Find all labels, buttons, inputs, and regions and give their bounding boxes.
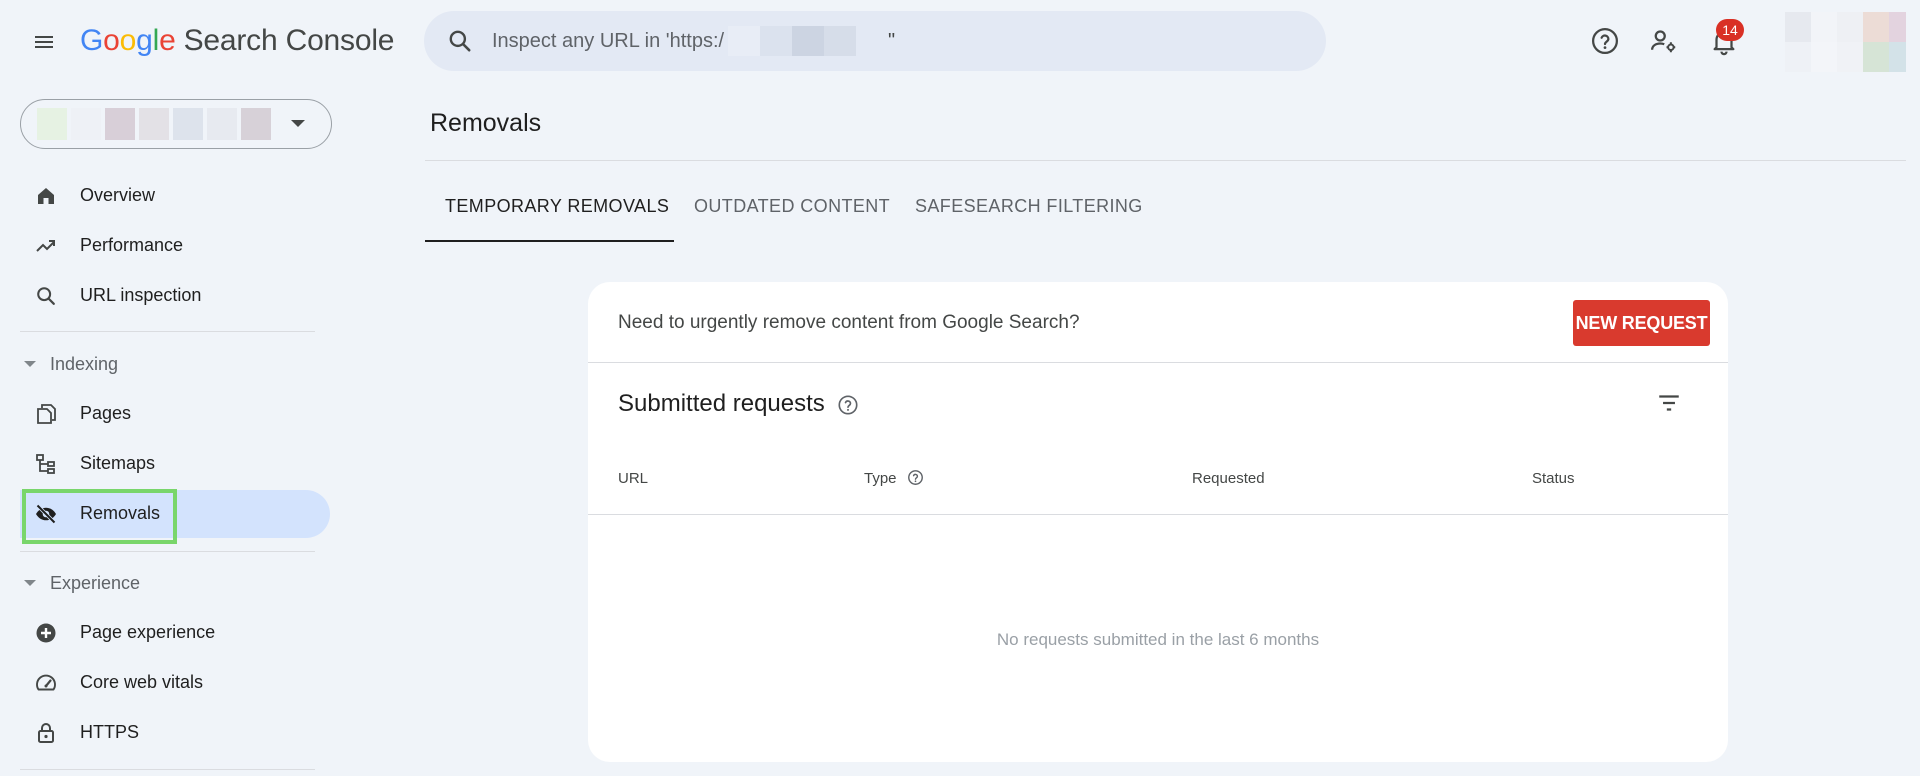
home-icon xyxy=(34,184,58,208)
tab-outdated-content[interactable]: OUTDATED CONTENT xyxy=(694,196,890,217)
pages-icon xyxy=(34,402,58,426)
removals-card: Need to urgently remove content from Goo… xyxy=(588,282,1728,762)
card-divider xyxy=(588,362,1728,363)
sitemap-icon xyxy=(34,452,58,476)
header-divider xyxy=(425,160,1920,161)
sidebar-item-url-inspection[interactable]: URL inspection xyxy=(20,272,330,320)
sidebar-divider xyxy=(20,551,315,552)
section-experience-toggle[interactable]: Experience xyxy=(24,569,140,597)
visibility-off-icon xyxy=(34,502,58,526)
collapse-arrow-icon xyxy=(24,361,36,367)
main-menu-button[interactable] xyxy=(26,24,62,60)
search-icon xyxy=(34,284,58,308)
product-name: Search Console xyxy=(183,24,395,57)
sidebar-item-label: URL inspection xyxy=(80,285,202,305)
section-indexing-toggle[interactable]: Indexing xyxy=(24,350,118,378)
window-edge xyxy=(1906,0,1920,776)
submitted-requests-heading: Submitted requests xyxy=(618,390,859,418)
table-header-divider xyxy=(588,514,1728,515)
tab-safesearch-filtering[interactable]: SAFESEARCH FILTERING xyxy=(915,196,1143,217)
redacted-url-block xyxy=(792,26,824,56)
help-icon xyxy=(1592,28,1618,54)
user-settings-button[interactable] xyxy=(1644,21,1684,61)
section-label: Experience xyxy=(50,572,141,593)
column-header-requested[interactable]: Requested xyxy=(1192,470,1265,487)
filter-button[interactable] xyxy=(1652,386,1686,420)
sidebar-item-https[interactable]: HTTPS xyxy=(20,709,330,757)
hamburger-menu-icon xyxy=(35,36,53,48)
sidebar-item-pages[interactable]: Pages xyxy=(20,390,330,438)
notification-count-badge: 14 xyxy=(1716,19,1744,41)
help-icon[interactable] xyxy=(837,394,859,416)
help-button[interactable] xyxy=(1585,21,1625,61)
search-icon[interactable] xyxy=(446,27,474,55)
url-inspect-input[interactable] xyxy=(492,29,728,53)
sidebar-item-label: Page experience xyxy=(80,622,216,642)
sidebar-item-label: Performance xyxy=(80,235,184,255)
top-bar: GoogleSearch Console " 14 xyxy=(0,0,1920,82)
redacted-property-name xyxy=(37,108,271,140)
new-request-button[interactable]: NEW REQUEST xyxy=(1573,300,1710,346)
collapse-arrow-icon xyxy=(24,580,36,586)
empty-state-message: No requests submitted in the last 6 mont… xyxy=(996,630,1320,649)
account-avatar[interactable] xyxy=(1785,12,1915,72)
column-header-url[interactable]: URL xyxy=(618,470,648,487)
column-header-label: Type xyxy=(864,470,897,487)
redacted-url-block xyxy=(728,26,760,56)
url-inspect-search-bar[interactable]: " xyxy=(424,11,1326,71)
sidebar-item-performance[interactable]: Performance xyxy=(20,222,330,270)
sidebar-divider xyxy=(20,769,315,770)
url-suffix: " xyxy=(888,29,896,52)
lock-icon xyxy=(34,721,58,745)
urgent-removal-prompt: Need to urgently remove content from Goo… xyxy=(618,312,1080,333)
redacted-url-block xyxy=(824,26,856,56)
sidebar-item-label: HTTPS xyxy=(80,722,140,742)
column-header-status[interactable]: Status xyxy=(1532,470,1575,487)
sidebar-item-removals[interactable]: Removals xyxy=(20,490,330,538)
submitted-requests-title: Submitted requests xyxy=(618,390,825,417)
add-circle-icon xyxy=(34,621,58,645)
tab-temporary-removals[interactable]: TEMPORARY REMOVALS xyxy=(445,196,669,217)
speed-icon xyxy=(34,671,58,695)
sidebar-item-sitemaps[interactable]: Sitemaps xyxy=(20,440,330,488)
column-header-type[interactable]: Type xyxy=(864,470,924,487)
page-title: Removals xyxy=(430,109,542,137)
trending-up-icon xyxy=(34,234,58,258)
sidebar-item-label: Removals xyxy=(80,503,161,523)
section-label: Indexing xyxy=(50,353,119,374)
sidebar-item-page-experience[interactable]: Page experience xyxy=(20,609,330,657)
sidebar-item-label: Sitemaps xyxy=(80,453,156,473)
active-tab-indicator xyxy=(425,240,674,242)
search-console-logo[interactable]: Google Search Console xyxy=(80,24,394,58)
sidebar-item-label: Overview xyxy=(80,185,156,205)
sidebar-item-label: Pages xyxy=(80,403,132,423)
sidebar-divider xyxy=(20,331,315,332)
dropdown-caret-icon xyxy=(291,120,305,127)
filter-list-icon xyxy=(1659,395,1679,411)
property-selector[interactable] xyxy=(20,99,332,149)
sidebar-item-label: Core web vitals xyxy=(80,672,204,692)
redacted-url-block xyxy=(760,26,792,56)
sidebar-item-overview[interactable]: Overview xyxy=(20,172,330,220)
sidebar-item-core-web-vitals[interactable]: Core web vitals xyxy=(20,659,330,707)
manage-accounts-icon xyxy=(1651,30,1676,53)
help-icon[interactable] xyxy=(907,469,924,486)
